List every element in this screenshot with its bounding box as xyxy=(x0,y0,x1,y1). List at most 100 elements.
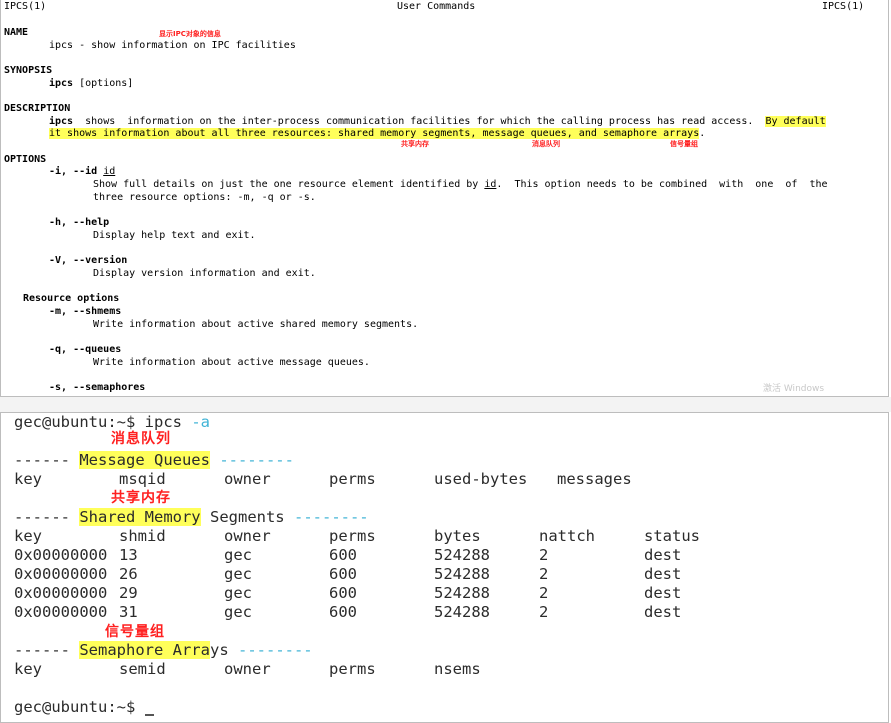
prompt: gec@ubuntu:~$ xyxy=(14,413,145,431)
shm-col-owner: owner xyxy=(224,527,271,545)
shm-trail: -------- xyxy=(284,508,369,526)
mq-title: Message Queues xyxy=(79,451,210,469)
description-command: ipcs xyxy=(49,116,74,127)
shm-cell-shmid: 29 xyxy=(119,584,138,602)
shm-cell-status: dest xyxy=(644,546,682,564)
description-highlight-2: it shows information about all three res… xyxy=(49,128,700,139)
name-line: ipcs - show information on IPC facilitie… xyxy=(49,40,296,51)
shm-cell-bytes: 524288 xyxy=(434,584,490,602)
option-version-desc: Display version information and exit. xyxy=(93,268,316,279)
shm-cell-perms: 600 xyxy=(329,565,357,583)
option-help: -h, --help xyxy=(49,217,110,228)
command-flag: -a xyxy=(181,413,210,431)
shm-col-status: status xyxy=(644,527,700,545)
terminal-pane[interactable]: gec@ubuntu:~$ ipcs -a 消息队列 ------ Messag… xyxy=(0,412,889,723)
message-queues-header: ------ Message Queues -------- xyxy=(14,451,294,470)
sem-title: Semaphore Arra xyxy=(79,641,210,659)
shm-col-shmid: shmid xyxy=(119,527,166,545)
description-line-1: ipcs shows information on the inter-proc… xyxy=(49,116,826,129)
sem-col-owner: owner xyxy=(224,660,271,678)
option-shmems-desc: Write information about active shared me… xyxy=(93,319,419,330)
description-heading: DESCRIPTION xyxy=(4,103,71,114)
description-line-2: it shows information about all three res… xyxy=(49,128,705,141)
option-shmems: -m, --shmems xyxy=(49,306,122,317)
annotation-message-queue-terminal: 消息队列 xyxy=(111,431,171,447)
sem-title-rest: ys xyxy=(209,641,229,659)
shm-title-rest: Segments xyxy=(200,508,285,526)
sem-dashes: ------ xyxy=(14,641,80,659)
pane-separator xyxy=(0,397,891,412)
annotation-shared-memory-terminal: 共享内存 xyxy=(111,490,171,506)
shm-cell-owner: gec xyxy=(224,546,252,564)
shm-dashes: ------ xyxy=(14,508,80,526)
final-prompt: gec@ubuntu:~$ xyxy=(14,698,145,716)
annotation-semaphore-terminal: 信号量组 xyxy=(105,624,165,640)
option-id-desc-text: Show full details on just the one resour… xyxy=(93,179,485,190)
option-id-desc-rest: . This option needs to be combined with … xyxy=(496,179,828,190)
option-help-desc: Display help text and exit. xyxy=(93,230,256,241)
mq-col-used-bytes: used-bytes xyxy=(434,470,528,488)
final-prompt-line[interactable]: gec@ubuntu:~$ xyxy=(14,698,154,717)
man-header-center: User Commands xyxy=(397,1,476,12)
activate-windows-watermark: 激活 Windows xyxy=(763,384,825,394)
synopsis-args: [options] xyxy=(73,78,134,89)
shm-cell-status: dest xyxy=(644,603,682,621)
synopsis-heading: SYNOPSIS xyxy=(4,65,53,76)
shm-cell-nattch: 2 xyxy=(539,546,549,564)
semaphore-arrays-header: ------ Semaphore Arrays -------- xyxy=(14,641,313,660)
shm-cell-shmid: 31 xyxy=(119,603,138,621)
shm-cell-key: 0x00000000 xyxy=(14,546,108,564)
shm-cell-perms: 600 xyxy=(329,546,357,564)
options-heading: OPTIONS xyxy=(4,154,47,165)
resource-options-heading: Resource options xyxy=(23,293,120,304)
name-heading: NAME xyxy=(4,27,29,38)
option-queues: -q, --queues xyxy=(49,344,122,355)
shm-cell-nattch: 2 xyxy=(539,603,549,621)
option-id: -i, --id id xyxy=(49,166,115,179)
synopsis-command: ipcs xyxy=(49,78,74,89)
mq-col-key: key xyxy=(14,470,42,488)
shm-cell-nattch: 2 xyxy=(539,565,549,583)
shm-cell-key: 0x00000000 xyxy=(14,603,108,621)
man-header-left: IPCS(1) xyxy=(4,1,47,12)
mq-dashes: ------ xyxy=(14,451,80,469)
option-version: -V, --version xyxy=(49,255,128,266)
man-page-pane: IPCS(1) User Commands IPCS(1) NAME 显示IPC… xyxy=(0,0,889,397)
sem-col-perms: perms xyxy=(329,660,376,678)
shm-cell-bytes: 524288 xyxy=(434,603,490,621)
shm-cell-bytes: 524288 xyxy=(434,546,490,564)
shm-cell-owner: gec xyxy=(224,584,252,602)
synopsis-line: ipcs [options] xyxy=(49,78,133,91)
shm-col-nattch: nattch xyxy=(539,527,595,545)
sem-trail: -------- xyxy=(228,641,313,659)
mq-col-messages: messages xyxy=(557,470,632,488)
shm-col-bytes: bytes xyxy=(434,527,481,545)
option-queues-desc: Write information about active message q… xyxy=(93,357,370,368)
shm-cell-nattch: 2 xyxy=(539,584,549,602)
man-header-right: IPCS(1) xyxy=(822,1,865,12)
shm-title: Shared Memory xyxy=(79,508,201,526)
annotation-message-queue: 消息队列 xyxy=(532,140,560,148)
command: ipcs xyxy=(144,413,182,431)
description-text: shows information on the inter-process c… xyxy=(73,116,766,127)
shm-cell-key: 0x00000000 xyxy=(14,565,108,583)
mq-col-msqid: msqid xyxy=(119,470,166,488)
annotation-shared-memory: 共享内存 xyxy=(401,140,429,148)
shm-cell-shmid: 26 xyxy=(119,565,138,583)
cursor xyxy=(144,714,154,716)
shm-cell-owner: gec xyxy=(224,565,252,583)
name-annotation: 显示IPC对象的信息 xyxy=(159,30,221,38)
shm-cell-perms: 600 xyxy=(329,603,357,621)
shm-col-key: key xyxy=(14,527,42,545)
shm-cell-key: 0x00000000 xyxy=(14,584,108,602)
sem-col-nsems: nsems xyxy=(434,660,481,678)
shm-cell-bytes: 524288 xyxy=(434,565,490,583)
mq-col-owner: owner xyxy=(224,470,271,488)
shm-cell-status: dest xyxy=(644,565,682,583)
sem-col-semid: semid xyxy=(119,660,166,678)
shm-cell-shmid: 13 xyxy=(119,546,138,564)
shm-cell-owner: gec xyxy=(224,603,252,621)
option-id-desc-1: Show full details on just the one resour… xyxy=(93,179,828,192)
description-end: . xyxy=(699,128,706,139)
description-highlight-1: By default xyxy=(765,116,826,127)
